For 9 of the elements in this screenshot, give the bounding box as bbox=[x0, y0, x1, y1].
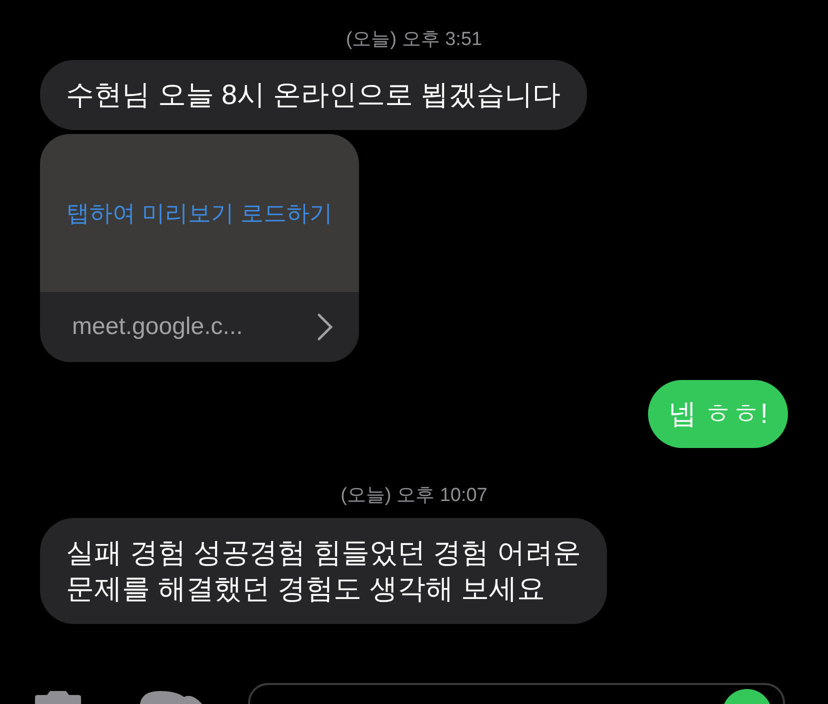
message-bubble: 수현님 오늘 8시 온라인으로 뵙겠습니다 bbox=[40, 60, 587, 130]
camera-icon[interactable] bbox=[35, 691, 81, 704]
message-bubble: 실패 경험 성공경험 힘들었던 경험 어려운 문제를 해결했던 경험도 생각해 보세요 bbox=[40, 518, 607, 624]
chevron-icon bbox=[317, 313, 333, 341]
link-url: meet.google.c... bbox=[72, 312, 243, 342]
timestamp: (오늘) 오후 10:07 bbox=[340, 484, 488, 508]
message-bubble: 넵 ㅎㅎ! bbox=[648, 380, 788, 448]
load-preview-link[interactable]: 탭하여 미리보기 로드하기 bbox=[66, 196, 332, 230]
timestamp: (오늘) 오후 3:51 bbox=[346, 28, 482, 52]
